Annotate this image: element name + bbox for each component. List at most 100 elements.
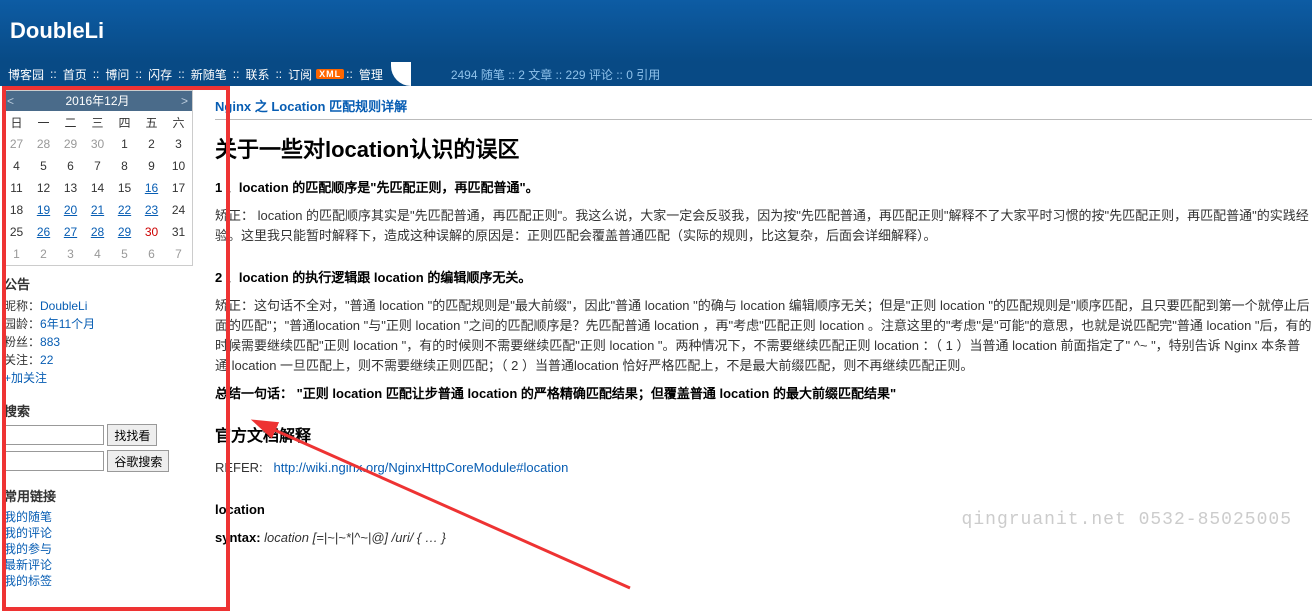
announce-section: 公告 昵称：DoubleLi园龄：6年11个月粉丝：883关注：22 +加关注 bbox=[4, 274, 191, 387]
announce-value[interactable]: 6年11个月 bbox=[40, 317, 95, 331]
calendar-dow: 五 bbox=[138, 111, 165, 133]
search-btn-1[interactable]: 找找看 bbox=[107, 424, 157, 446]
navbar: 博客园:: 首页:: 博问:: 闪存:: 新随笔:: 联系:: 订阅 XML::… bbox=[0, 62, 1312, 86]
calendar-day: 28 bbox=[30, 133, 57, 155]
calendar-day: 4 bbox=[84, 243, 111, 265]
search-input-2[interactable] bbox=[4, 451, 104, 471]
calendar-day: 2 bbox=[30, 243, 57, 265]
calendar-dow: 日 bbox=[3, 111, 30, 133]
announce-label: 昵称： bbox=[4, 299, 40, 313]
calendar-day[interactable]: 22 bbox=[111, 199, 138, 221]
p1-label: 1 、location 的匹配顺序是"先匹配正则，再匹配普通"。 bbox=[215, 178, 1312, 198]
calendar-day: 7 bbox=[84, 155, 111, 177]
calendar-day: 10 bbox=[165, 155, 192, 177]
calendar-day[interactable]: 23 bbox=[138, 199, 165, 221]
calendar-day: 18 bbox=[3, 199, 30, 221]
sidebar-link[interactable]: 我的参与 bbox=[4, 541, 191, 557]
search-section: 搜索 找找看 谷歌搜索 bbox=[4, 401, 191, 472]
calendar-day: 11 bbox=[3, 177, 30, 199]
calendar-day: 3 bbox=[57, 243, 84, 265]
calendar-dow: 六 bbox=[165, 111, 192, 133]
calendar-day[interactable]: 29 bbox=[111, 221, 138, 243]
summary: 总结一句话： "正则 location 匹配让步普通 location 的严格精… bbox=[215, 384, 1312, 404]
calendar-day[interactable]: 26 bbox=[30, 221, 57, 243]
calendar-dow: 三 bbox=[84, 111, 111, 133]
nav-manage[interactable]: 管理 bbox=[355, 66, 387, 83]
refer-label: REFER: bbox=[215, 460, 263, 475]
search-btn-2[interactable]: 谷歌搜索 bbox=[107, 450, 169, 472]
calendar-dow: 四 bbox=[111, 111, 138, 133]
page-header: DoubleLi bbox=[0, 0, 1312, 62]
calendar-prev[interactable]: < bbox=[7, 91, 14, 111]
announce-title: 公告 bbox=[4, 274, 191, 293]
calendar-day[interactable]: 19 bbox=[30, 199, 57, 221]
calendar-day: 30 bbox=[84, 133, 111, 155]
calendar-table: 日一二三四五六 27282930123456789101112131415161… bbox=[3, 111, 192, 265]
calendar-day[interactable]: 16 bbox=[138, 177, 165, 199]
nav-qa[interactable]: 博问 bbox=[101, 66, 133, 83]
article-body: 关于一些对location认识的误区 1 、location 的匹配顺序是"先匹… bbox=[215, 132, 1312, 548]
follow-link[interactable]: +加关注 bbox=[4, 371, 47, 385]
calendar-header: < 2016年12月 > bbox=[3, 91, 192, 111]
announce-row: 关注：22 bbox=[4, 351, 191, 369]
calendar-day: 14 bbox=[84, 177, 111, 199]
sidebar-link[interactable]: 我的评论 bbox=[4, 525, 191, 541]
announce-label: 关注： bbox=[4, 353, 40, 367]
refer-link[interactable]: http://wiki.nginx.org/NginxHttpCoreModul… bbox=[274, 460, 569, 475]
sidebar-link[interactable]: 我的随笔 bbox=[4, 509, 191, 525]
syntax-val: location [=|~|~*|^~|@] /uri/ { … } bbox=[264, 530, 446, 545]
announce-row: 园龄：6年11个月 bbox=[4, 315, 191, 333]
nav-newpost[interactable]: 新随笔 bbox=[187, 66, 231, 83]
location-keyword: location bbox=[215, 500, 1312, 520]
search-title: 搜索 bbox=[4, 401, 191, 420]
calendar-day: 17 bbox=[165, 177, 192, 199]
calendar-day: 15 bbox=[111, 177, 138, 199]
nav-contact[interactable]: 联系 bbox=[241, 66, 273, 83]
nav-subscribe[interactable]: 订阅 bbox=[284, 66, 316, 83]
calendar-day[interactable]: 28 bbox=[84, 221, 111, 243]
search-input-1[interactable] bbox=[4, 425, 104, 445]
calendar-dow: 二 bbox=[57, 111, 84, 133]
calendar-day: 24 bbox=[165, 199, 192, 221]
rss-icon[interactable]: XML bbox=[316, 69, 344, 79]
nav-cnblogs[interactable]: 博客园 bbox=[4, 66, 48, 83]
article-h1: 关于一些对location认识的误区 bbox=[215, 132, 1312, 164]
calendar-day: 8 bbox=[111, 155, 138, 177]
calendar-day: 4 bbox=[3, 155, 30, 177]
nav-flash[interactable]: 闪存 bbox=[144, 66, 176, 83]
calendar-day: 6 bbox=[138, 243, 165, 265]
calendar-day: 1 bbox=[111, 133, 138, 155]
p1-body: 矫正： location 的匹配顺序其实是"先匹配普通，再匹配正则"。我这么说，… bbox=[215, 206, 1312, 246]
announce-value[interactable]: DoubleLi bbox=[40, 299, 87, 313]
links-section: 常用链接 我的随笔我的评论我的参与最新评论我的标签 bbox=[4, 486, 191, 589]
p2-body: 矫正：这句话不全对，"普通 location "的匹配规则是"最大前缀"，因此"… bbox=[215, 296, 1312, 376]
post-title-link[interactable]: Nginx 之 Location 匹配规则详解 bbox=[215, 99, 407, 114]
announce-label: 园龄： bbox=[4, 317, 40, 331]
calendar-dow: 一 bbox=[30, 111, 57, 133]
syntax-label: syntax: bbox=[215, 530, 261, 545]
sidebar-link[interactable]: 我的标签 bbox=[4, 573, 191, 589]
site-title[interactable]: DoubleLi bbox=[10, 18, 104, 44]
announce-value[interactable]: 22 bbox=[40, 353, 53, 367]
calendar-next[interactable]: > bbox=[181, 91, 188, 111]
sidebar-link[interactable]: 最新评论 bbox=[4, 557, 191, 573]
announce-value[interactable]: 883 bbox=[40, 335, 60, 349]
calendar-day[interactable]: 21 bbox=[84, 199, 111, 221]
calendar-day: 6 bbox=[57, 155, 84, 177]
calendar-widget: < 2016年12月 > 日一二三四五六 2728293012345678910… bbox=[2, 90, 193, 266]
calendar-day[interactable]: 27 bbox=[57, 221, 84, 243]
calendar-day: 13 bbox=[57, 177, 84, 199]
refer-line: REFER: http://wiki.nginx.org/NginxHttpCo… bbox=[215, 458, 1312, 478]
calendar-day: 3 bbox=[165, 133, 192, 155]
calendar-day[interactable]: 20 bbox=[57, 199, 84, 221]
announce-label: 粉丝： bbox=[4, 335, 40, 349]
nav-home[interactable]: 首页 bbox=[59, 66, 91, 83]
calendar-day: 25 bbox=[3, 221, 30, 243]
post-title-bar: Nginx 之 Location 匹配规则详解 bbox=[215, 92, 1312, 120]
calendar-day: 9 bbox=[138, 155, 165, 177]
syntax-line: syntax: location [=|~|~*|^~|@] /uri/ { …… bbox=[215, 528, 1312, 548]
calendar-day: 5 bbox=[30, 155, 57, 177]
sidebar: < 2016年12月 > 日一二三四五六 2728293012345678910… bbox=[0, 86, 195, 603]
main-content: Nginx 之 Location 匹配规则详解 关于一些对location认识的… bbox=[195, 86, 1312, 603]
calendar-day: 12 bbox=[30, 177, 57, 199]
